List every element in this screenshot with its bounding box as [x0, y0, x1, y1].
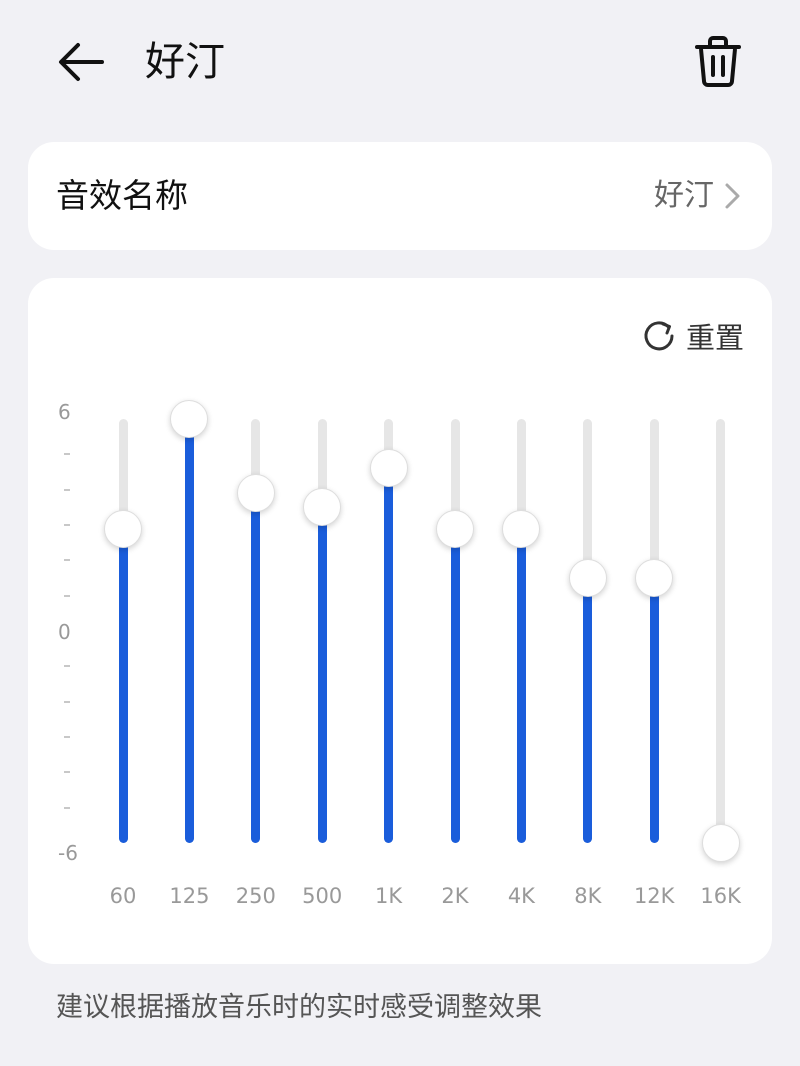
- eq-band-fill: [450, 528, 460, 843]
- eq-band-label: 250: [235, 884, 276, 908]
- equalizer-panel: 重置 6 0 -6 60 125 250 500 1K 2K 4K 8K 12K 16K: [28, 278, 772, 964]
- eq-band-track[interactable]: [716, 419, 726, 843]
- eq-band-fill: [384, 468, 394, 843]
- eq-band-label: 125: [169, 884, 210, 908]
- scale-tick: [64, 736, 70, 738]
- delete-button[interactable]: [690, 32, 746, 92]
- eq-band-knob[interactable]: [635, 559, 674, 597]
- scale-tick: [64, 453, 70, 456]
- eq-band-knob[interactable]: [502, 509, 541, 548]
- scale-label-min: -6: [58, 841, 78, 865]
- scale-label-zero: 0: [58, 620, 71, 644]
- eq-band-fill: [118, 528, 128, 843]
- scale-tick: [64, 700, 70, 703]
- reset-button[interactable]: 重置: [642, 314, 744, 358]
- eq-band-knob[interactable]: [303, 488, 342, 527]
- arrow-left-icon: [59, 43, 104, 81]
- back-button[interactable]: [52, 34, 112, 90]
- trash-icon: [695, 36, 741, 87]
- eq-band-fill: [184, 419, 194, 843]
- scale-tick: [64, 559, 70, 562]
- eq-band-knob[interactable]: [104, 509, 142, 548]
- eq-band-knob[interactable]: [436, 509, 474, 548]
- reset-label: 重置: [685, 321, 744, 355]
- scale-label-max: 6: [58, 400, 71, 424]
- eq-band-knob[interactable]: [568, 559, 607, 597]
- eq-band-label: 4K: [507, 884, 535, 908]
- eq-band-label: 2K: [441, 884, 469, 908]
- effect-name-row[interactable]: 音效名称 好汀: [28, 142, 772, 250]
- eq-band-label: 8K: [574, 884, 602, 908]
- eq-band-label: 500: [302, 884, 343, 908]
- eq-band-fill: [251, 493, 261, 843]
- eq-band-label: 60: [109, 884, 137, 908]
- top-bar: 好汀: [0, 0, 800, 130]
- scale-tick: [64, 806, 70, 809]
- eq-band-label: 1K: [375, 884, 403, 908]
- eq-band-fill: [317, 507, 327, 843]
- scale-tick: [64, 488, 70, 491]
- effect-name-label: 音效名称: [56, 176, 188, 215]
- eq-band-knob[interactable]: [236, 474, 275, 513]
- scale-tick: [64, 771, 70, 774]
- eq-band-label: 12K: [633, 884, 675, 908]
- scale-tick: [64, 524, 70, 526]
- page-title: 好汀: [145, 39, 225, 85]
- eq-band-knob[interactable]: [170, 400, 209, 438]
- chevron-right-icon: [725, 183, 740, 209]
- scale-tick: [64, 665, 70, 668]
- eq-band-knob[interactable]: [701, 824, 740, 862]
- hint-text: 建议根据播放音乐时的实时感受调整效果: [56, 992, 542, 1023]
- eq-band-fill: [649, 578, 659, 843]
- scale-tick: [64, 594, 70, 597]
- eq-band-fill: [583, 578, 593, 843]
- eq-band-fill: [516, 528, 526, 843]
- refresh-icon: [644, 321, 674, 351]
- eq-band-label: 16K: [700, 884, 741, 908]
- effect-name-value: 好汀: [654, 178, 714, 213]
- eq-band-knob[interactable]: [369, 449, 408, 488]
